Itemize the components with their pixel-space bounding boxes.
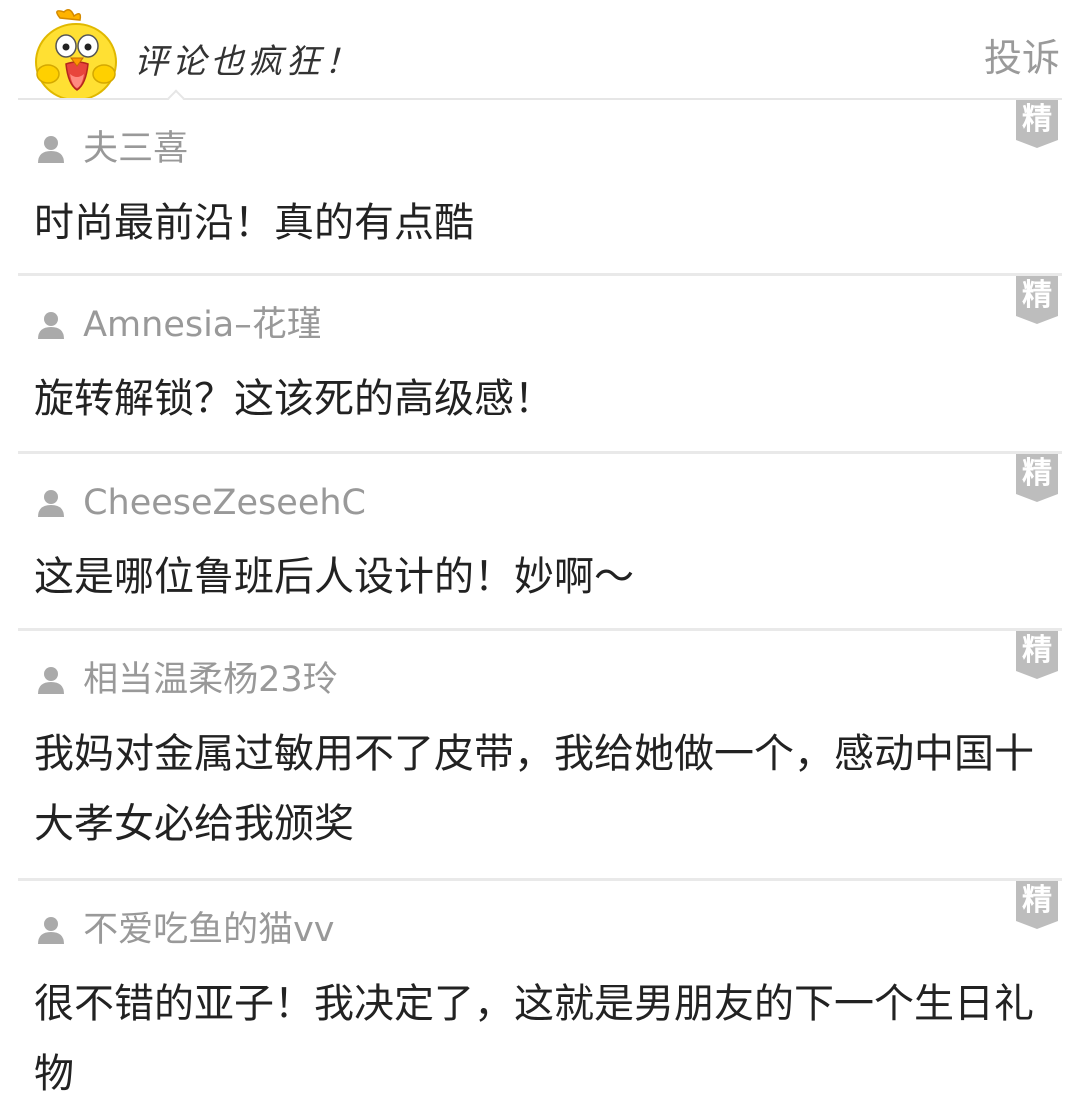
report-button[interactable]: 投诉 (984, 34, 1060, 82)
user-silhouette-icon (36, 310, 66, 340)
comment-author[interactable]: CheeseZeseehC (36, 480, 366, 526)
username: CheeseZeseehC (83, 483, 366, 523)
comment-author[interactable]: 相当温柔杨23玲 (36, 657, 338, 703)
featured-badge: 精 (1016, 881, 1058, 929)
user-silhouette-icon (36, 665, 66, 695)
username: Amnesia–花瑾 (83, 305, 322, 345)
comment-text: 很不错的亚子！我决定了，这就是男朋友的下一个生日礼物 (34, 981, 1034, 1097)
comments-header: 评论也疯狂！ 投诉 (0, 0, 1080, 107)
comment-item: 精 CheeseZeseehC 这是哪位鲁班后人设计的！妙啊～ (0, 454, 1080, 631)
comment-author[interactable]: Amnesia–花瑾 (36, 302, 322, 348)
yellow-bird-mascot-icon (30, 8, 126, 100)
user-silhouette-icon (36, 134, 66, 164)
username: 夫三喜 (83, 129, 189, 169)
username: 相当温柔杨23玲 (83, 660, 338, 700)
comment-author[interactable]: 夫三喜 (36, 126, 188, 172)
username: 不爱吃鱼的猫vv (83, 910, 335, 950)
comment-list: 精 夫三喜 时尚最前沿！真的有点酷 精 Amnesia–花瑾 旋转解锁？这该死的… (0, 100, 1080, 1113)
featured-badge: 精 (1016, 276, 1058, 324)
featured-badge-label: 精 (1022, 883, 1052, 918)
comment-text: 旋转解锁？这该死的高级感！ (34, 376, 554, 422)
featured-badge-label: 精 (1022, 456, 1052, 491)
featured-badge: 精 (1016, 454, 1058, 502)
comment-text: 这是哪位鲁班后人设计的！妙啊～ (34, 554, 634, 600)
comment-item: 精 Amnesia–花瑾 旋转解锁？这该死的高级感！ (0, 276, 1080, 454)
comment-author[interactable]: 不爱吃鱼的猫vv (36, 907, 335, 953)
page-title: 评论也疯狂！ (134, 42, 362, 82)
user-silhouette-icon (36, 915, 66, 945)
comment-text: 时尚最前沿！真的有点酷 (34, 200, 474, 246)
comment-item: 精 夫三喜 时尚最前沿！真的有点酷 (0, 100, 1080, 276)
comment-text: 我妈对金属过敏用不了皮带，我给她做一个，感动中国十大孝女必给我颁奖 (34, 731, 1034, 847)
featured-badge: 精 (1016, 631, 1058, 679)
featured-badge-label: 精 (1022, 633, 1052, 668)
comment-item: 精 相当温柔杨23玲 我妈对金属过敏用不了皮带，我给她做一个，感动中国十大孝女必… (0, 631, 1080, 881)
comment-item: 精 不爱吃鱼的猫vv 很不错的亚子！我决定了，这就是男朋友的下一个生日礼物 (0, 881, 1080, 1113)
featured-badge: 精 (1016, 100, 1058, 148)
user-silhouette-icon (36, 488, 66, 518)
featured-badge-label: 精 (1022, 278, 1052, 313)
featured-badge-label: 精 (1022, 102, 1052, 137)
